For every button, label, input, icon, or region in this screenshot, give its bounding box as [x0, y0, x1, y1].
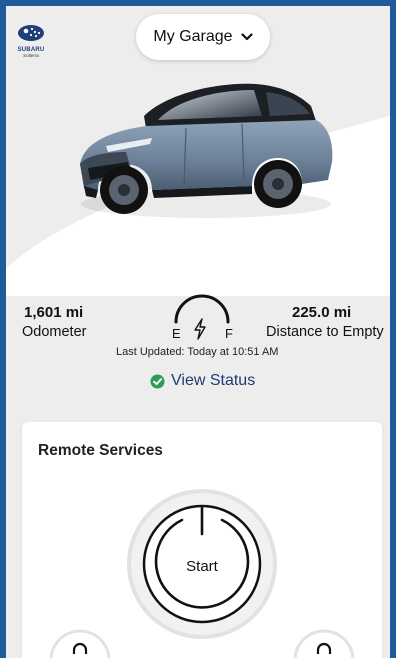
subaru-stars-icon: [18, 25, 44, 41]
last-updated-text: Last Updated: Today at 10:51 AM: [116, 346, 279, 358]
remote-services-title: Remote Services: [38, 442, 163, 459]
gauge-full-label: F: [225, 326, 233, 341]
vehicle-stats: 1,601 mi Odometer E F 225.0 mi Distance …: [6, 294, 390, 392]
my-garage-button[interactable]: My Garage: [136, 14, 270, 60]
gauge-empty-label: E: [172, 326, 181, 341]
app-screen: SUBARU Solterra My Garage 1,601 mi Odome…: [6, 6, 390, 658]
start-button[interactable]: Start: [126, 488, 278, 640]
view-status-link[interactable]: View Status: [150, 372, 255, 390]
logo-model-text: Solterra: [23, 53, 39, 58]
vehicle-image: [80, 83, 333, 218]
view-status-label: View Status: [171, 372, 256, 389]
subaru-logo: SUBARU Solterra: [14, 24, 48, 58]
odometer-label: Odometer: [22, 324, 87, 340]
distance-to-empty-label: Distance to Empty: [266, 324, 384, 340]
start-label: Start: [186, 558, 218, 575]
distance-to-empty-value: 225.0 mi: [292, 304, 352, 321]
garage-label: My Garage: [153, 28, 233, 45]
unlock-button[interactable]: [294, 624, 354, 658]
remote-services-card: Remote Services Start: [22, 422, 382, 658]
odometer-value: 1,601 mi: [24, 304, 84, 321]
lightning-bolt-icon: [194, 318, 206, 340]
check-circle-icon: [150, 373, 165, 389]
chevron-down-icon: [240, 33, 253, 41]
lock-button[interactable]: [50, 624, 110, 658]
